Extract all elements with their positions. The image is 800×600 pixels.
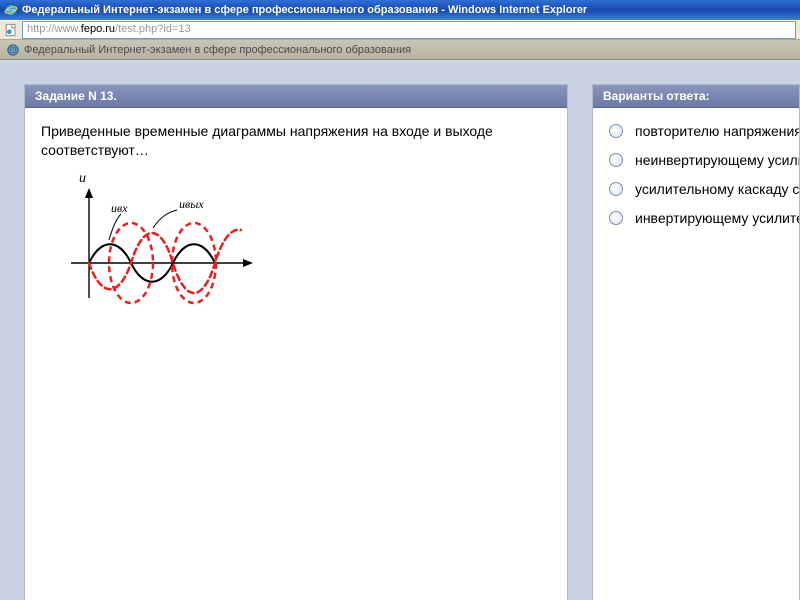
answer-option[interactable]: инвертирующему усилителю xyxy=(609,209,783,228)
window-title: Федеральный Интернет-экзамен в сфере про… xyxy=(22,4,587,16)
answers-card-body: повторителю напряжения на о неинвертирую… xyxy=(593,108,799,600)
url-suffix: /test.php?id=13 xyxy=(115,23,191,35)
question-card-header: Задание N 13. xyxy=(25,85,567,108)
radio-icon[interactable] xyxy=(609,182,623,196)
diagram-input-label: uвх xyxy=(111,201,128,215)
diagram-y-label: u xyxy=(79,171,86,186)
tab-title: Федеральный Интернет-экзамен в сфере про… xyxy=(24,44,411,56)
page-icon xyxy=(4,23,18,37)
window-titlebar: Федеральный Интернет-экзамен в сфере про… xyxy=(0,0,800,20)
answer-label: неинвертирующему усилител xyxy=(635,151,799,170)
ie-logo-icon xyxy=(4,3,18,17)
answer-label: усилительному каскаду с общ xyxy=(635,180,799,199)
address-bar: http://www.fepo.ru/test.php?id=13 xyxy=(0,20,800,40)
voltage-diagram: u xyxy=(41,168,261,318)
tab-header[interactable]: Федеральный Интернет-экзамен в сфере про… xyxy=(0,40,800,60)
answer-option[interactable]: неинвертирующему усилител xyxy=(609,151,783,170)
radio-icon[interactable] xyxy=(609,153,623,167)
answers-list: повторителю напряжения на о неинвертирую… xyxy=(609,122,783,228)
address-input[interactable]: http://www.fepo.ru/test.php?id=13 xyxy=(22,21,796,39)
radio-icon[interactable] xyxy=(609,124,623,138)
question-text: Приведенные временные диаграммы напряжен… xyxy=(41,122,551,160)
globe-icon xyxy=(6,43,20,57)
answers-card: Варианты ответа: повторителю напряжения … xyxy=(592,84,800,600)
answers-card-header: Варианты ответа: xyxy=(593,85,799,108)
radio-icon[interactable] xyxy=(609,211,623,225)
question-card-body: Приведенные временные диаграммы напряжен… xyxy=(25,108,567,600)
page-body: Задание N 13. Приведенные временные диаг… xyxy=(0,60,800,600)
output-wave xyxy=(89,229,241,292)
answer-option[interactable]: повторителю напряжения на о xyxy=(609,122,783,141)
diagram-output-label: uвых xyxy=(179,197,204,211)
answer-label: повторителю напряжения на о xyxy=(635,122,799,141)
url-prefix: http://www. xyxy=(27,23,81,35)
answer-label: инвертирующему усилителю xyxy=(635,209,799,228)
url-host: fepo.ru xyxy=(81,23,115,35)
question-card: Задание N 13. Приведенные временные диаг… xyxy=(24,84,568,600)
answer-option[interactable]: усилительному каскаду с общ xyxy=(609,180,783,199)
